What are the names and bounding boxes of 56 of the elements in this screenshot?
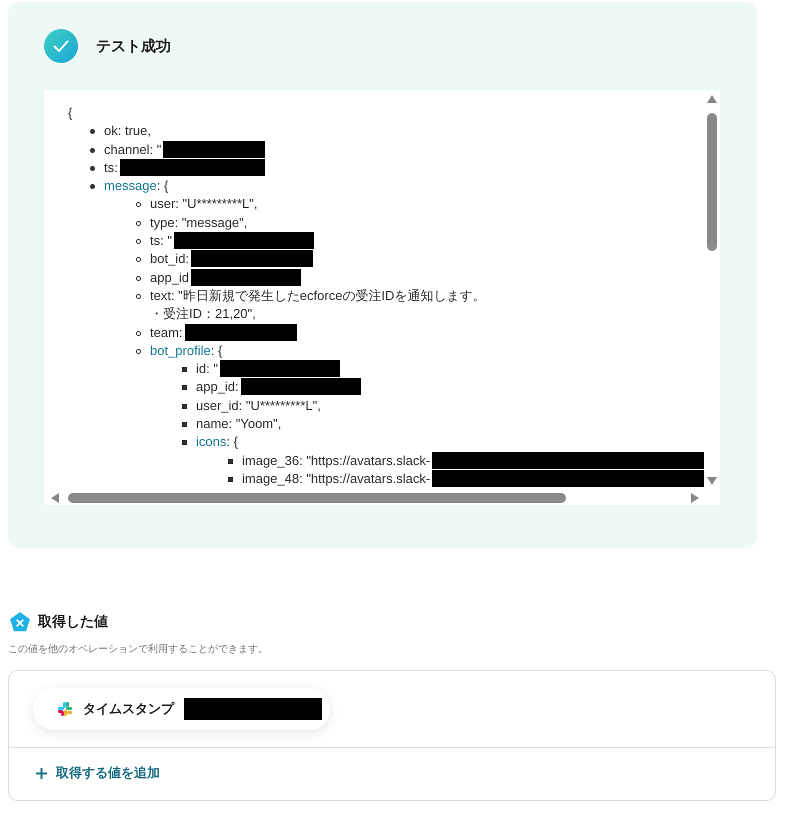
bullet <box>136 220 141 226</box>
bullet <box>90 166 95 171</box>
plus-icon <box>35 766 48 780</box>
section-description: この値を他のオペレーションで利用することができます。 <box>8 642 269 656</box>
variable-icon <box>10 612 30 632</box>
scroll-left-icon[interactable] <box>50 492 60 504</box>
json-line: { <box>68 104 72 122</box>
json-line: ok: true, <box>104 122 151 140</box>
json-line: bot_profile: { <box>150 342 222 360</box>
scroll-down-icon[interactable] <box>706 476 718 486</box>
scroll-up-icon[interactable] <box>706 94 718 104</box>
bullet <box>182 367 187 372</box>
scrollbar-thumb[interactable] <box>68 492 566 502</box>
check-icon <box>44 29 78 63</box>
json-line: ts: <box>104 158 118 177</box>
json-line: app_id: <box>196 378 239 396</box>
json-line: type: "message", <box>150 214 248 232</box>
json-line: id: " <box>196 360 218 378</box>
bullet <box>136 202 141 208</box>
add-value-button[interactable]: 取得する値を追加 <box>35 764 160 782</box>
bullet <box>90 129 95 134</box>
bullet <box>136 348 141 354</box>
bullet <box>90 184 95 190</box>
json-line: ・受注ID：21,20", <box>150 305 256 324</box>
bullet <box>136 294 141 299</box>
scrollbar-thumb[interactable] <box>707 113 717 251</box>
scroll-right-icon[interactable] <box>690 492 700 504</box>
bullet <box>182 404 187 409</box>
json-line: ts: " <box>150 232 172 250</box>
result-title: テスト成功 <box>96 36 171 56</box>
json-line: user: "U*********L", <box>150 195 258 214</box>
bullet <box>228 476 233 482</box>
json-line: image_48: "https://avatars.slack- <box>242 470 430 488</box>
section-title: 取得した値 <box>38 613 108 631</box>
value-label: タイムスタンプ <box>83 700 174 718</box>
json-line: user_id: "U*********L", <box>196 396 321 415</box>
bullet <box>136 330 141 336</box>
json-line: app_id <box>150 268 190 287</box>
bullet <box>90 148 95 153</box>
bullet <box>136 276 141 281</box>
json-line: text: "昨日新規で発生したecforceの受注IDを通知します。 <box>150 286 486 305</box>
bullet <box>136 257 141 262</box>
json-line: name: "Yoom", <box>196 415 282 434</box>
value-chip[interactable]: タイムスタンプ <box>33 688 330 730</box>
bullet <box>182 440 187 446</box>
bullet <box>228 458 233 464</box>
json-line: message: { <box>104 177 168 196</box>
json-line: bot_id: <box>150 250 190 268</box>
json-line: image_36: "https://avatars.slack- <box>242 452 430 470</box>
bullet <box>182 422 187 428</box>
slack-icon <box>57 701 73 717</box>
json-line: team: <box>150 324 183 342</box>
json-line: channel: " <box>104 140 162 159</box>
bullet <box>182 385 187 390</box>
json-line: icons: { <box>196 433 238 452</box>
bullet <box>136 239 141 244</box>
